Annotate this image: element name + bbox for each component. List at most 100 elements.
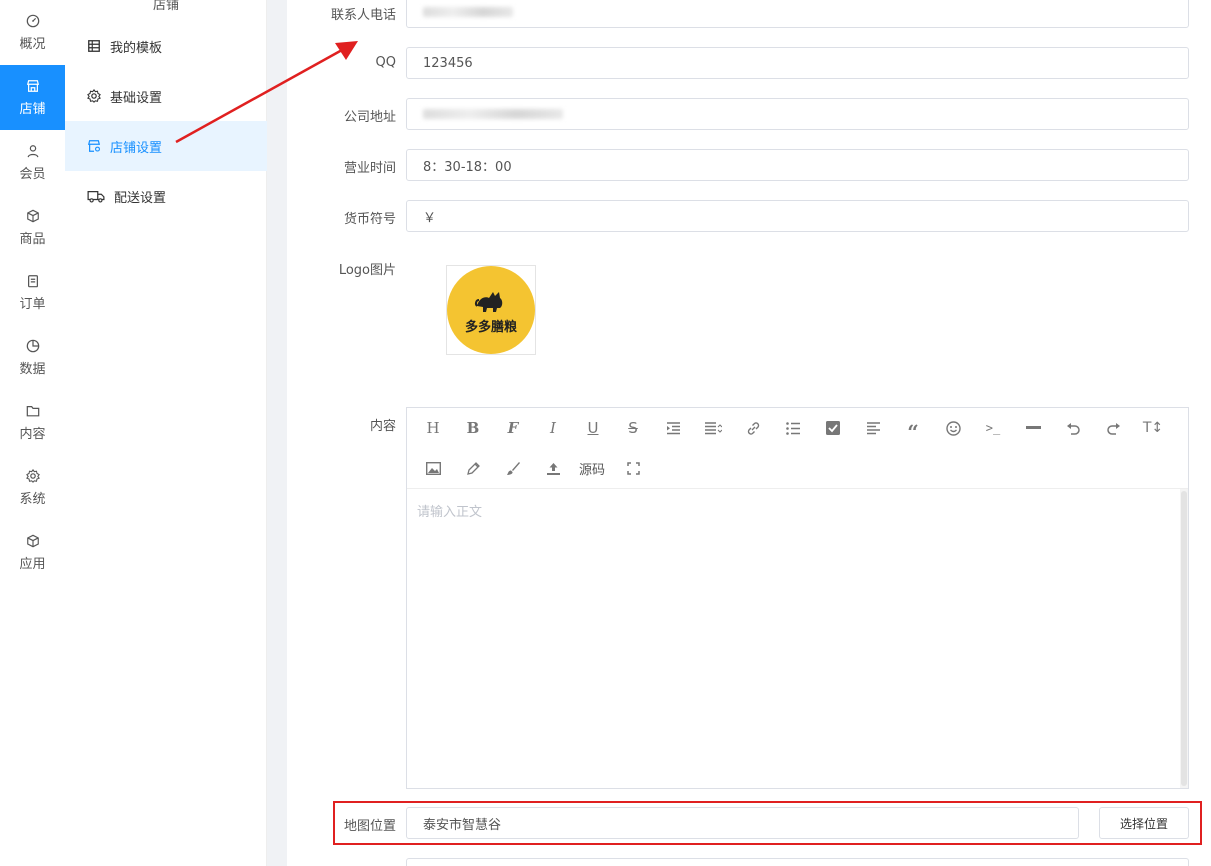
redacted-value — [423, 7, 513, 17]
store-settings-icon — [87, 140, 101, 152]
address-label: 公司地址 — [343, 110, 396, 125]
editor-placeholder: 请输入正文 — [417, 505, 483, 520]
user-icon — [27, 144, 38, 157]
nav-content-label: 内容 — [19, 426, 46, 442]
align-icon[interactable] — [701, 416, 725, 440]
truck-icon — [87, 191, 105, 203]
submenu-item-label: 基础设置 — [110, 90, 163, 106]
italic-icon[interactable]: I — [541, 416, 565, 440]
business-hours-value: 8：30-18：00 — [423, 159, 512, 175]
box-icon — [26, 209, 39, 222]
submenu-item-label: 店铺设置 — [110, 140, 163, 156]
nav-content[interactable]: 内容 — [0, 390, 65, 455]
font-icon[interactable]: F — [501, 416, 525, 440]
map-location-label: 地图位置 — [343, 819, 396, 834]
qq-label: QQ — [375, 55, 396, 70]
store-settings-form: 联系人电话 QQ 123456 公司地址 营业时间 8：30-18：00 货币符… — [287, 0, 1211, 866]
strikethrough-icon[interactable]: S — [621, 416, 645, 440]
editor-toolbar: H B F I U S “ >_ T↕ 源码 — [407, 408, 1188, 489]
table-icon — [88, 40, 100, 52]
fullscreen-icon[interactable] — [621, 456, 645, 480]
main-nav-rail: 概况 店铺 会员 商品 订单 数据 内容 系统 应用 — [0, 0, 65, 866]
editor-scrollbar-thumb[interactable] — [1181, 491, 1187, 786]
submenu-item-label: 配送设置 — [114, 190, 167, 206]
nav-data[interactable]: 数据 — [0, 325, 65, 390]
store-icon — [26, 79, 39, 92]
business-hours-input[interactable]: 8：30-18：00 — [406, 149, 1189, 181]
nav-members-label: 会员 — [19, 166, 46, 182]
logo-upload[interactable]: 多多膳粮 — [446, 265, 536, 355]
select-location-button[interactable]: 选择位置 — [1099, 807, 1189, 839]
currency-input[interactable]: ￥ — [406, 200, 1189, 232]
contact-phone-input[interactable] — [406, 0, 1189, 28]
nav-orders-label: 订单 — [19, 296, 46, 312]
justify-icon[interactable] — [861, 416, 885, 440]
submenu-item-basic-settings[interactable]: 基础设置 — [65, 71, 267, 121]
nav-store-label: 店铺 — [19, 101, 46, 117]
nav-overview[interactable]: 概况 — [0, 0, 65, 65]
nav-apps-label: 应用 — [19, 556, 46, 572]
pie-chart-icon — [26, 339, 39, 352]
address-input[interactable] — [406, 98, 1189, 130]
dashboard-icon — [26, 14, 39, 27]
content-label: 内容 — [369, 419, 396, 434]
business-hours-label: 营业时间 — [343, 161, 396, 176]
logo-image: 多多膳粮 — [447, 266, 535, 354]
redacted-value — [423, 109, 563, 119]
emoji-icon[interactable] — [941, 416, 965, 440]
nav-system-label: 系统 — [19, 491, 46, 507]
rich-text-editor: H B F I U S “ >_ T↕ 源码 请输入正文 — [406, 407, 1189, 789]
redo-icon[interactable] — [1101, 416, 1125, 440]
code-icon[interactable]: >_ — [981, 416, 1005, 440]
nav-products[interactable]: 商品 — [0, 195, 65, 260]
brush-icon[interactable] — [501, 456, 525, 480]
qq-input[interactable]: 123456 — [406, 47, 1189, 79]
currency-value: ￥ — [423, 210, 437, 226]
nav-system[interactable]: 系统 — [0, 455, 65, 520]
next-field-input[interactable] — [406, 858, 1189, 866]
pen-icon[interactable] — [461, 456, 485, 480]
image-icon[interactable] — [421, 456, 445, 480]
nav-products-label: 商品 — [19, 231, 46, 247]
upload-icon[interactable] — [541, 456, 565, 480]
link-icon[interactable] — [741, 416, 765, 440]
submenu-item-store-settings[interactable]: 店铺设置 — [65, 121, 267, 171]
qq-value: 123456 — [423, 55, 473, 71]
gear-icon — [87, 89, 101, 103]
map-location-input[interactable]: 泰安市智慧谷 — [406, 807, 1079, 839]
nav-members[interactable]: 会员 — [0, 130, 65, 195]
underline-icon[interactable]: U — [581, 416, 605, 440]
undo-icon[interactable] — [1061, 416, 1085, 440]
gear-icon — [25, 468, 40, 483]
order-icon — [27, 274, 38, 287]
editor-scrollbar[interactable] — [1180, 489, 1188, 788]
map-location-value: 泰安市智慧谷 — [423, 817, 502, 833]
editor-content-area[interactable]: 请输入正文 — [407, 489, 1180, 788]
indent-icon[interactable] — [661, 416, 685, 440]
folder-icon — [26, 405, 39, 416]
nav-store[interactable]: 店铺 — [0, 65, 65, 130]
contact-phone-label: 联系人电话 — [330, 8, 396, 23]
logo-label: Logo图片 — [338, 263, 396, 278]
cube-icon — [26, 534, 39, 547]
list-icon[interactable] — [781, 416, 805, 440]
hr-icon[interactable] — [1021, 416, 1045, 440]
checkbox-icon[interactable] — [821, 416, 845, 440]
dog-logo-icon — [474, 291, 503, 312]
nav-overview-label: 概况 — [19, 36, 46, 52]
currency-label: 货币符号 — [343, 212, 396, 227]
quote-icon[interactable]: “ — [901, 416, 925, 442]
submenu-title: 店铺 — [152, 0, 179, 13]
submenu-item-delivery-settings[interactable]: 配送设置 — [65, 171, 267, 221]
logo-text: 多多膳粮 — [464, 319, 517, 335]
source-code-button[interactable]: 源码 — [579, 456, 605, 480]
nav-apps[interactable]: 应用 — [0, 520, 65, 585]
nav-data-label: 数据 — [19, 361, 46, 377]
bold-icon[interactable]: B — [461, 416, 485, 440]
text-height-icon[interactable]: T↕ — [1141, 416, 1165, 440]
submenu-item-my-templates[interactable]: 我的模板 — [65, 21, 267, 71]
submenu-item-label: 我的模板 — [110, 40, 163, 56]
heading-icon[interactable]: H — [421, 416, 445, 440]
store-submenu: 店铺 我的模板 基础设置 店铺设置 配送设置 — [65, 0, 267, 866]
nav-orders[interactable]: 订单 — [0, 260, 65, 325]
